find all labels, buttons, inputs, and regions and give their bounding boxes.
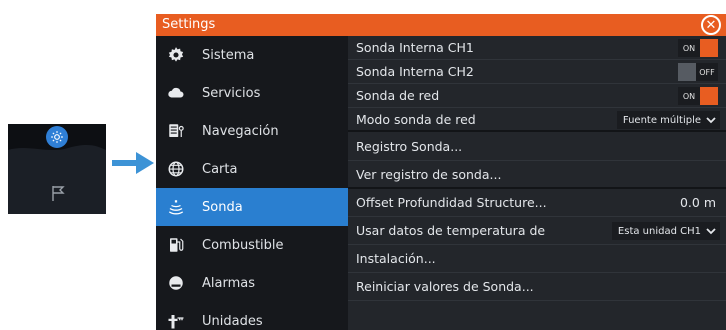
- gear-icon: [166, 45, 186, 65]
- setting-label: Ver registro de sonda...: [356, 167, 502, 182]
- dropdown-value: Fuente múltiple: [622, 114, 701, 126]
- close-icon: ✕: [705, 17, 717, 33]
- sidebar-item-carta[interactable]: Carta: [156, 150, 348, 188]
- sidebar-item-combustible[interactable]: Combustible: [156, 226, 348, 264]
- flag-icon: [52, 186, 65, 201]
- setting-row-sonda-interna-ch2[interactable]: Sonda Interna CH2 OFF: [348, 60, 726, 84]
- settings-content: Sonda Interna CH1 ON Sonda Interna CH2 O…: [348, 36, 726, 330]
- menu-thumbnail: [8, 124, 106, 214]
- sidebar-item-label: Navegación: [202, 123, 279, 139]
- setting-row-registro-sonda[interactable]: Registro Sonda...: [348, 133, 726, 161]
- toggle-state: ON: [678, 87, 700, 105]
- sidebar-item-navegacion[interactable]: Navegación: [156, 112, 348, 150]
- close-button[interactable]: ✕: [701, 15, 721, 35]
- setting-row-ver-registro[interactable]: Ver registro de sonda...: [348, 161, 726, 189]
- units-icon: [166, 311, 186, 330]
- setting-label: Instalación...: [356, 251, 436, 266]
- setting-row-offset-profundidad[interactable]: Offset Profundidad Structure... 0.0 m: [348, 189, 726, 217]
- toggle-knob: [700, 39, 718, 57]
- setting-label: Sonda Interna CH1: [356, 40, 474, 55]
- toggle-switch[interactable]: OFF: [678, 63, 718, 81]
- setting-row-reiniciar[interactable]: Reiniciar valores de Sonda...: [348, 273, 726, 301]
- toggle-knob: [678, 63, 696, 81]
- toggle-state: OFF: [696, 63, 718, 81]
- setting-row-sonda-interna-ch1[interactable]: Sonda Interna CH1 ON: [348, 36, 726, 60]
- toggle-switch[interactable]: ON: [678, 39, 718, 57]
- sidebar-item-label: Servicios: [202, 85, 261, 101]
- setting-label: Sonda Interna CH2: [356, 64, 474, 79]
- fuel-pump-icon: [166, 235, 186, 255]
- toggle-state: ON: [678, 39, 700, 57]
- sidebar-item-sistema[interactable]: Sistema: [156, 36, 348, 74]
- sidebar-item-label: Sonda: [202, 199, 243, 215]
- setting-label: Usar datos de temperatura de: [356, 223, 546, 238]
- sidebar-item-label: Alarmas: [202, 275, 255, 291]
- mode-dropdown[interactable]: Fuente múltiple: [616, 111, 720, 129]
- settings-sidebar: Sistema Servicios Navegación Carta Sonda: [156, 36, 354, 330]
- setting-row-temperatura[interactable]: Usar datos de temperatura de Esta unidad…: [348, 217, 726, 245]
- cloud-icon: [166, 83, 186, 103]
- setting-value: 0.0 m: [679, 195, 716, 210]
- chevron-down-icon: [706, 117, 716, 124]
- sidebar-item-alarmas[interactable]: Alarmas: [156, 264, 348, 302]
- toggle-knob: [700, 87, 718, 105]
- setting-label: Sonda de red: [356, 88, 440, 103]
- navigation-icon: [166, 121, 186, 141]
- setting-label: Offset Profundidad Structure...: [356, 195, 547, 210]
- arrow-right-icon: [112, 152, 154, 174]
- settings-gear-button[interactable]: [46, 126, 68, 148]
- sidebar-item-label: Carta: [202, 161, 238, 177]
- setting-label: Reiniciar valores de Sonda...: [356, 279, 534, 294]
- setting-label: Registro Sonda...: [356, 139, 463, 154]
- title-bar: Settings ✕: [156, 14, 726, 36]
- sidebar-item-sonda[interactable]: Sonda: [156, 188, 350, 226]
- sidebar-item-label: Sistema: [202, 47, 255, 63]
- toggle-switch[interactable]: ON: [678, 87, 718, 105]
- gear-icon: [51, 131, 63, 143]
- setting-row-sonda-de-red[interactable]: Sonda de red ON: [348, 84, 726, 108]
- globe-icon: [166, 159, 186, 179]
- setting-row-modo-sonda-de-red[interactable]: Modo sonda de red Fuente múltiple: [348, 108, 726, 132]
- sidebar-item-label: Combustible: [202, 237, 284, 253]
- settings-dialog: Settings ✕ Sistema Servicios Navegación: [156, 14, 726, 330]
- sonar-icon: [166, 197, 186, 217]
- sidebar-item-unidades[interactable]: Unidades: [156, 302, 348, 330]
- sidebar-item-label: Unidades: [202, 313, 263, 329]
- chevron-down-icon: [706, 228, 716, 235]
- temperature-source-dropdown[interactable]: Esta unidad CH1: [611, 222, 720, 240]
- setting-row-instalacion[interactable]: Instalación...: [348, 245, 726, 273]
- setting-label: Modo sonda de red: [356, 112, 476, 127]
- alarm-icon: [166, 273, 186, 293]
- dialog-title: Settings: [162, 17, 216, 32]
- sidebar-item-servicios[interactable]: Servicios: [156, 74, 348, 112]
- dropdown-value: Esta unidad CH1: [617, 225, 701, 237]
